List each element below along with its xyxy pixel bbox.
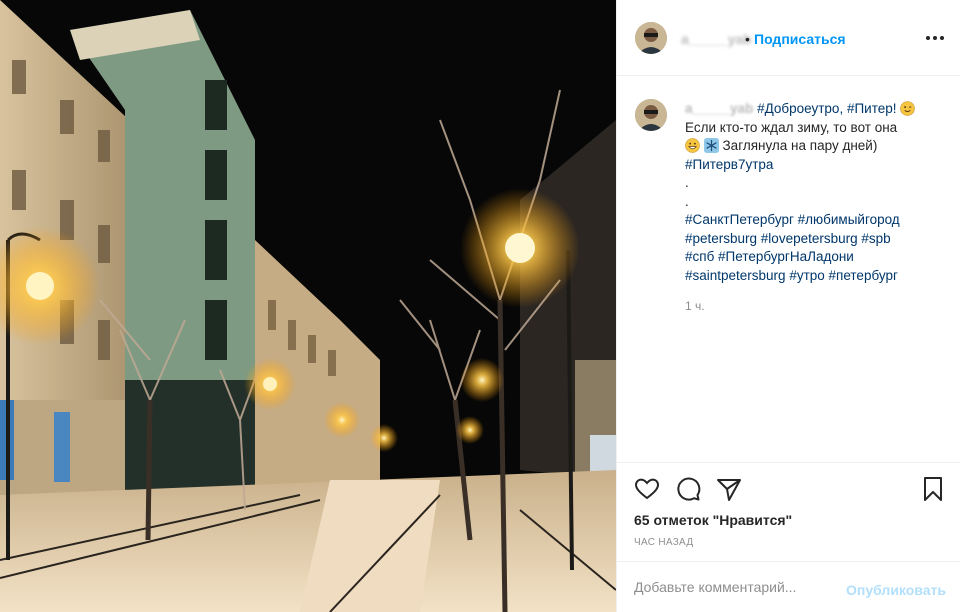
hashtag-link[interactable]: #СанктПетербург #любимыйгород [685,211,945,230]
hashtag-link[interactable]: #спб #ПетербургНаЛадони [685,248,945,267]
night-street-scene [0,0,616,612]
caption-avatar[interactable] [635,99,667,131]
hashtag-link[interactable]: #petersburg #lovepetersburg #spb [685,230,945,249]
likes-count[interactable]: 65 отметок "Нравится" [634,512,792,528]
caption-timestamp[interactable]: 1 ч. [685,299,705,313]
add-comment-bar: Опубликовать [617,561,960,612]
caption-line-3: Заглянула на пару дней) [685,137,945,156]
wink-emoji-icon [900,101,916,116]
hashtag-link[interactable]: #Доброеутро, #Питер! [757,101,896,116]
snowflake-icon [703,138,719,153]
caption-text: Заглянула на пару дней) [722,138,878,153]
caption-dot: . [685,175,689,190]
caption-line-2: Если кто-то ждал зиму, то вот она [685,119,898,135]
hashtag-link[interactable]: #Питерв7утра [685,156,945,175]
post-caption: a_____yab #Доброеутро, #Питер! Если кто-… [685,100,945,285]
header-username[interactable]: a_____yab [681,31,752,47]
avatar[interactable] [635,22,667,54]
heart-icon[interactable] [633,475,661,503]
caption-dot: . [685,193,689,209]
post-actions: 65 отметок "Нравится" ЧАС НАЗАД [617,462,960,560]
bookmark-icon[interactable] [919,475,947,503]
comment-icon[interactable] [674,475,702,503]
caption-username[interactable]: a_____yab [685,101,753,116]
post-photo[interactable] [0,0,616,612]
follow-button[interactable]: Подписаться [754,31,846,47]
publish-button[interactable]: Опубликовать [846,582,946,598]
caption-line-1: a_____yab #Доброеутро, #Питер! [685,100,945,119]
share-icon[interactable] [715,475,743,503]
posted-time[interactable]: ЧАС НАЗАД [634,537,693,548]
hashtag-link[interactable]: #saintpetersburg #утро #петербург [685,267,945,286]
more-horizontal-icon[interactable] [921,24,949,52]
comment-input[interactable] [634,575,834,599]
header-separator: • [745,31,750,47]
comments-area: a_____yab #Доброеутро, #Питер! Если кто-… [617,77,960,462]
post-header: a_____yab • Подписаться [617,0,960,76]
post-side-panel: a_____yab • Подписаться a_____yab #Добро… [616,0,960,612]
grinning-emoji-icon [685,138,700,153]
